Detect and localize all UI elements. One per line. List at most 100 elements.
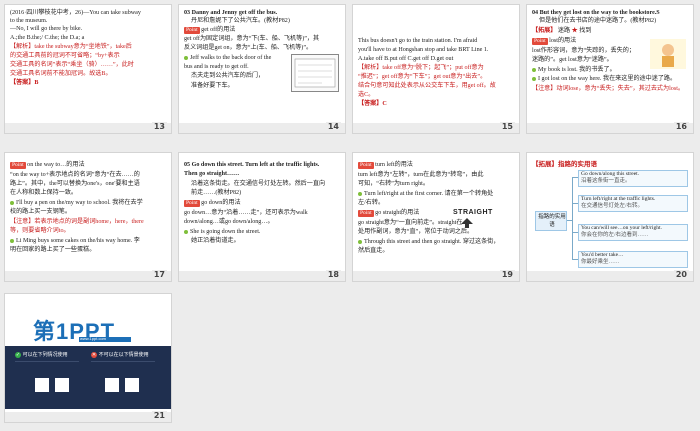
slide-16[interactable]: 04 But they get lost on the way to the b… bbox=[526, 4, 694, 134]
logo-url: www.1ppt.com bbox=[80, 336, 107, 341]
example-translation: 明在回家的路上买了一些蛋糕。 bbox=[10, 247, 96, 253]
slide-19[interactable]: Point turn left的用法 turn left意为“左转”，turn在… bbox=[352, 152, 520, 282]
slide-14[interactable]: 03 Danny and Jenny get off the bus. 丹尼和詹… bbox=[178, 4, 346, 134]
branch-node: Go down/along this street. 沿着这条街一直走。 bbox=[578, 170, 688, 187]
point-heading: Point get off的用法 bbox=[184, 27, 236, 34]
note-line: 【注意】若表示地点的词是副词home，here，there bbox=[10, 219, 144, 225]
band-text-block bbox=[91, 361, 155, 372]
connector-line bbox=[567, 220, 572, 221]
explanation-line: 可知，“右转”为turn right。 bbox=[358, 181, 429, 187]
explanation-line: 处用作副词，意为“直”，常位于动词之后。 bbox=[358, 229, 474, 235]
center-node-label: 指路的实用语 bbox=[538, 214, 566, 228]
note-row: 【拓展】 迷路 ★ 找到 bbox=[532, 28, 592, 34]
example-line: bus and is ready to get off. bbox=[184, 64, 249, 70]
sentence-translation: 沿着这条街走。在交通信号灯处左转。然后一直向 bbox=[191, 181, 326, 187]
example-line: Through this street and then go straight… bbox=[358, 238, 499, 247]
analysis-line: 结合句意可知此处表示从公交车下车，用get off。故 bbox=[358, 83, 496, 89]
point-tag: Point bbox=[184, 200, 200, 207]
qr-code-icon bbox=[105, 378, 119, 392]
branch-node: You'd better take… 你最好乘坐…… bbox=[578, 251, 688, 268]
slide-footer bbox=[5, 271, 171, 281]
slide-number: 16 bbox=[673, 122, 689, 131]
analysis-line: 交通工具名词前不能加冠词。故选B。 bbox=[10, 71, 112, 77]
branch-zh: 沿着这条街一直走。 bbox=[581, 178, 631, 184]
section-heading: 【拓展】指路的实用语 bbox=[532, 161, 597, 168]
slide-18[interactable]: 05 Go down this street. Turn left at the… bbox=[178, 152, 346, 282]
slide-footer bbox=[179, 123, 345, 133]
explanation-line: turn left意为“左转”，turn在此意为“转弯”，由此 bbox=[358, 172, 484, 178]
bus-route-icon bbox=[294, 58, 336, 88]
example-translation: 杰夫走到公共汽车的后门， bbox=[191, 73, 265, 79]
example-translation: 校的路上买一支钢笔。 bbox=[10, 209, 71, 215]
band-text-block bbox=[15, 361, 79, 372]
point-tag: Point bbox=[10, 162, 26, 169]
point-heading: Point go down的用法 bbox=[184, 200, 241, 207]
slide-21[interactable]: 第1PPT www.1ppt.com ✓ 可以在下列情况使用 ✕ 不可以在以下情… bbox=[4, 293, 172, 423]
analysis-line: 选C。 bbox=[358, 92, 375, 98]
explanation-line: 反义词组是get on，意为“上(车、船、飞机等)”。 bbox=[184, 45, 313, 51]
slide-number: 15 bbox=[499, 122, 515, 131]
slide-number: 20 bbox=[673, 270, 689, 279]
note-line: 【注意】动词lose，意为“丢失；失去”，其过去式为lost。 bbox=[532, 86, 684, 92]
branch-zh: 在交通信号灯处左/右转。 bbox=[581, 203, 644, 209]
explanation-line: get off为固定词组，意为“下(车、船、飞机等)”，其 bbox=[184, 36, 320, 42]
branch-zh: 你最好乘坐…… bbox=[581, 259, 620, 265]
explanation-line: go straight意为“一直向前走”。straight在 bbox=[358, 220, 463, 226]
sentence-translation: 前走……(教材P82) bbox=[191, 190, 242, 196]
explanation-line: 在人称和数上保持一致。 bbox=[10, 190, 78, 196]
point-tag: Point bbox=[358, 210, 374, 217]
example-line: She is going down the street. bbox=[184, 228, 260, 237]
slide-number: 19 bbox=[499, 270, 515, 279]
explanation-line: 路上”。其中，the可以替换为one's，one'要和主语 bbox=[10, 181, 140, 187]
slide-13[interactable]: (2016·四川攀枝花中考，26)—You can take subway to… bbox=[4, 4, 172, 134]
band-heading-allowed: ✓ 可以在下列情况使用 bbox=[15, 352, 68, 358]
analysis-line: “推迟”；get off意为“下车”；get out意为“出去”。 bbox=[358, 74, 487, 80]
note-line: 等，则要省略介词to。 bbox=[10, 228, 70, 234]
qr-code-icon bbox=[55, 378, 69, 392]
center-node: 指路的实用语 bbox=[535, 211, 567, 231]
example-line: I got lost on the way here. 我在来这里的途中迷了路。 bbox=[532, 75, 676, 84]
analysis-line: 【解析】take off意为“脱下；起飞”；put off意为 bbox=[358, 65, 484, 71]
qr-code-icon bbox=[125, 378, 139, 392]
slide-number: 17 bbox=[151, 270, 167, 279]
example-translation: 然后直走。 bbox=[358, 248, 389, 254]
example-dot-icon bbox=[184, 229, 188, 234]
sentence-translation: 但是他们在去书店的途中迷路了。(教材P82) bbox=[539, 18, 657, 24]
options-line: A.take off B.put off C.get off D.get out bbox=[358, 56, 454, 62]
question-line: This bus doesn't go to the train station… bbox=[358, 38, 478, 44]
slide-number: 13 bbox=[151, 122, 167, 131]
point-tag: Point bbox=[358, 162, 374, 169]
sentence-heading: Then go straight…… bbox=[184, 171, 240, 177]
answer-line: —No, I will go there by bike. bbox=[10, 26, 83, 32]
slide-20[interactable]: 【拓展】指路的实用语 指路的实用语 Go down/along this str… bbox=[526, 152, 694, 282]
explanation-line: lost作形容词，意为“失踪的，丢失的； bbox=[532, 48, 635, 54]
slide-footer bbox=[527, 271, 693, 281]
explanation-line: down/along…或go down/along…。 bbox=[184, 219, 274, 225]
slide-footer bbox=[179, 271, 345, 281]
example-dot-icon bbox=[184, 55, 188, 60]
example-dot-icon bbox=[10, 200, 14, 205]
slide-footer bbox=[353, 271, 519, 281]
example-dot-icon bbox=[358, 239, 362, 244]
example-dot-icon bbox=[532, 76, 536, 81]
example-translation: 左/右转。 bbox=[358, 200, 385, 206]
slide-17[interactable]: Point on the way to…的用法 “on the way to+表… bbox=[4, 152, 172, 282]
example-line: I'll buy a pen on the/my way to school. … bbox=[10, 199, 143, 208]
slide-15[interactable]: This bus doesn't go to the train station… bbox=[352, 4, 520, 134]
lost-child-illustration bbox=[650, 39, 686, 69]
analysis-line: 交通工具的名词”表示“乘坐（骑）……”，此时 bbox=[10, 62, 134, 68]
bus-image bbox=[291, 54, 339, 92]
slide-footer bbox=[527, 123, 693, 133]
branch-node: Turn left/right at the traffic lights. 在… bbox=[578, 195, 688, 212]
explanation-line: 迷路的”。get lost意为“迷路”。 bbox=[532, 57, 613, 63]
example-dot-icon bbox=[10, 238, 14, 243]
slide-number: 14 bbox=[325, 122, 341, 131]
example-translation: 她正沿着街道走。 bbox=[191, 238, 240, 244]
qr-code-icon bbox=[35, 378, 49, 392]
connector-line bbox=[572, 177, 573, 259]
sentence-translation: 丹尼和詹妮下了公共汽车。(教材P82) bbox=[191, 18, 290, 24]
analysis-line: 【解析】take the subway意为“坐地铁”，take后 bbox=[10, 44, 132, 50]
point-tag: Point bbox=[184, 27, 200, 34]
example-translation: 准备好要下车。 bbox=[191, 83, 234, 89]
example-line: My book is lost. 我的书丢了。 bbox=[532, 66, 616, 75]
